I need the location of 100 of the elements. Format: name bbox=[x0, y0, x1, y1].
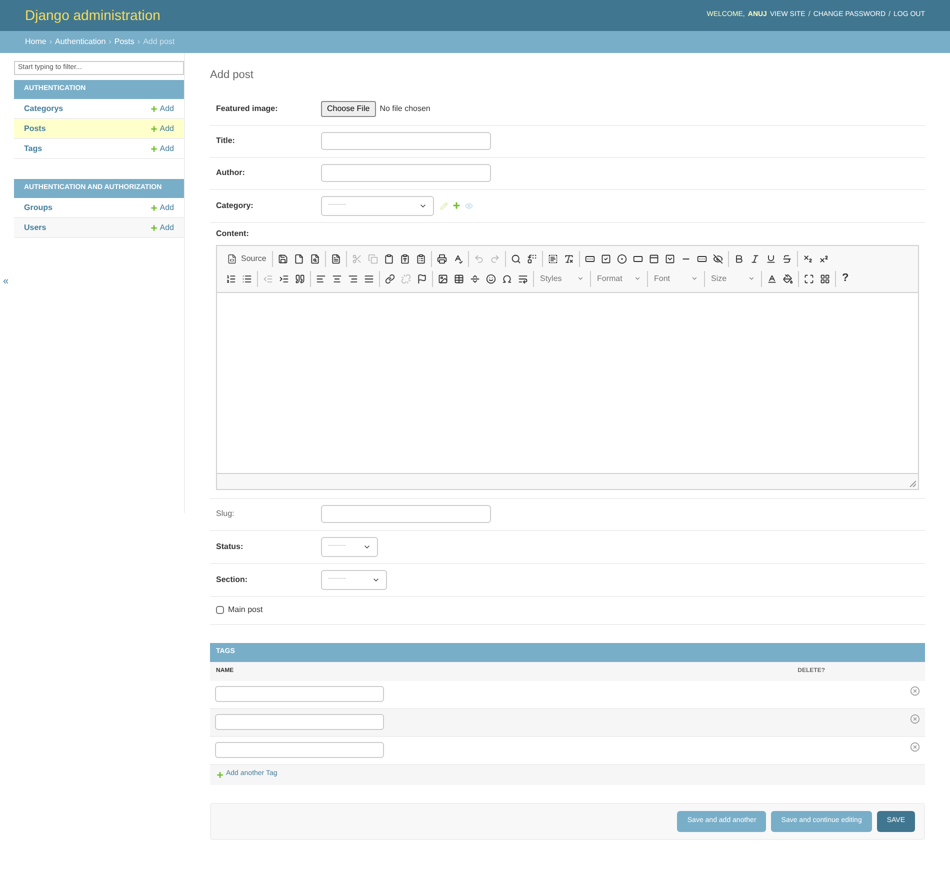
toolbar-dropdown[interactable]: Format bbox=[593, 272, 645, 284]
omega-icon[interactable] bbox=[502, 274, 512, 284]
align-left-icon[interactable] bbox=[316, 274, 326, 284]
file-status: No file chosen bbox=[380, 103, 430, 115]
spellcheck-icon[interactable] bbox=[453, 254, 464, 264]
text-field[interactable] bbox=[321, 164, 491, 182]
select-all-icon[interactable] bbox=[548, 254, 558, 264]
preview-icon[interactable] bbox=[310, 254, 320, 264]
breadcrumb-link[interactable]: Authentication bbox=[55, 36, 106, 48]
strikethrough-icon[interactable] bbox=[782, 254, 792, 264]
text-field[interactable] bbox=[321, 132, 491, 150]
caret-icon bbox=[634, 275, 641, 282]
model-link[interactable]: Groups bbox=[24, 202, 52, 214]
replace-icon[interactable] bbox=[527, 254, 538, 264]
help-button[interactable]: ? bbox=[838, 270, 853, 287]
subscript-icon[interactable] bbox=[803, 254, 814, 264]
image-icon[interactable] bbox=[438, 274, 448, 284]
text-color-icon[interactable] bbox=[767, 274, 777, 284]
background-color-icon[interactable] bbox=[783, 274, 793, 284]
numbered-list-icon[interactable] bbox=[226, 274, 236, 284]
tag-name-field[interactable] bbox=[215, 742, 384, 758]
tag-name-field[interactable] bbox=[215, 686, 384, 702]
radio-icon[interactable] bbox=[617, 254, 628, 264]
source-icon bbox=[227, 254, 237, 264]
field-label: Content: bbox=[216, 228, 250, 240]
align-right-icon[interactable] bbox=[348, 274, 358, 284]
justify-icon[interactable] bbox=[364, 274, 374, 284]
paste-word-icon[interactable] bbox=[416, 254, 426, 264]
page-break-icon[interactable] bbox=[518, 274, 528, 284]
add-link[interactable]: Add bbox=[150, 142, 174, 154]
bold-icon[interactable] bbox=[734, 254, 744, 264]
field-label: Title: bbox=[216, 135, 236, 147]
model-row[interactable]: Users Add bbox=[14, 218, 184, 238]
italic-icon[interactable] bbox=[750, 254, 760, 264]
model-link[interactable]: Categorys bbox=[24, 102, 64, 114]
tag-name-field[interactable] bbox=[215, 714, 384, 730]
image-button-icon[interactable] bbox=[697, 254, 708, 264]
form-icon[interactable] bbox=[585, 254, 596, 264]
save-icon[interactable] bbox=[278, 254, 288, 264]
caret-icon bbox=[691, 275, 698, 282]
model-link[interactable]: Tags bbox=[24, 142, 42, 154]
field-label: Section: bbox=[216, 574, 249, 586]
quote-icon[interactable] bbox=[295, 274, 305, 284]
select-field-icon[interactable] bbox=[665, 254, 676, 264]
paste-icon[interactable] bbox=[384, 254, 394, 264]
search-icon[interactable] bbox=[511, 254, 522, 264]
text-field-icon[interactable] bbox=[633, 254, 644, 264]
template-icon[interactable] bbox=[331, 254, 342, 264]
show-blocks-icon[interactable] bbox=[820, 274, 830, 284]
add-icon bbox=[150, 204, 158, 212]
toolbar-dropdown[interactable]: Font bbox=[650, 272, 702, 284]
breadcrumb-separator: › bbox=[108, 36, 112, 48]
breadcrumb-link[interactable]: Posts bbox=[114, 36, 134, 48]
align-center-icon[interactable] bbox=[332, 274, 342, 284]
breadcrumb-separator: › bbox=[137, 36, 140, 48]
breadcrumb-current: Add post bbox=[143, 36, 175, 48]
checkbox-label: Main post bbox=[228, 604, 263, 616]
link-icon[interactable] bbox=[385, 274, 395, 284]
sidebar-toggle[interactable]: « bbox=[3, 274, 9, 289]
hidden-field-icon[interactable] bbox=[713, 254, 724, 264]
add-link[interactable]: Add bbox=[150, 102, 174, 114]
delete-icon[interactable] bbox=[910, 686, 920, 696]
site-title[interactable]: Django administration bbox=[25, 5, 160, 26]
indent-icon[interactable] bbox=[279, 274, 289, 284]
delete-icon[interactable] bbox=[910, 742, 920, 752]
add-icon bbox=[150, 124, 158, 132]
new-page-icon[interactable] bbox=[294, 254, 304, 264]
maximize-icon[interactable] bbox=[804, 274, 814, 284]
source-button[interactable]: Source bbox=[223, 252, 270, 264]
print-icon[interactable] bbox=[437, 254, 448, 264]
superscript-icon[interactable] bbox=[819, 254, 830, 264]
resize-grip-icon[interactable] bbox=[909, 480, 916, 486]
underline-icon[interactable] bbox=[766, 254, 776, 264]
model-row[interactable]: Posts Add bbox=[14, 119, 184, 139]
table-icon[interactable] bbox=[454, 274, 464, 284]
checkbox[interactable] bbox=[216, 606, 224, 614]
toolbar-dropdown[interactable]: Size bbox=[707, 272, 759, 284]
remove-format-icon[interactable] bbox=[564, 254, 574, 264]
delete-icon[interactable] bbox=[910, 714, 920, 724]
bulleted-list-icon[interactable] bbox=[242, 274, 252, 284]
add-link[interactable]: Add bbox=[150, 222, 174, 234]
add-link[interactable]: Add bbox=[150, 202, 174, 214]
breadcrumb-link[interactable]: Home bbox=[25, 36, 46, 48]
rich-text-editor[interactable]: Source Styles Format Font Size ? bbox=[216, 244, 919, 490]
paste-text-icon[interactable] bbox=[400, 254, 410, 264]
textarea-icon[interactable] bbox=[649, 254, 660, 264]
add-link[interactable]: Add bbox=[150, 122, 174, 134]
toolbar-dropdown[interactable]: Styles bbox=[536, 272, 588, 284]
field-label: Slug: bbox=[216, 508, 236, 520]
horizontal-line-icon[interactable] bbox=[470, 274, 480, 284]
field-label: Status: bbox=[216, 540, 244, 552]
choose-file-button[interactable]: Choose File bbox=[321, 101, 376, 117]
model-link[interactable]: Users bbox=[24, 222, 46, 234]
checkbox-icon[interactable] bbox=[601, 254, 612, 264]
field-label: Category: bbox=[216, 200, 254, 212]
text-field[interactable] bbox=[321, 505, 491, 523]
flag-icon[interactable] bbox=[417, 274, 427, 284]
model-link[interactable]: Posts bbox=[24, 122, 46, 134]
smiley-icon[interactable] bbox=[486, 274, 496, 284]
add-icon bbox=[150, 224, 158, 232]
